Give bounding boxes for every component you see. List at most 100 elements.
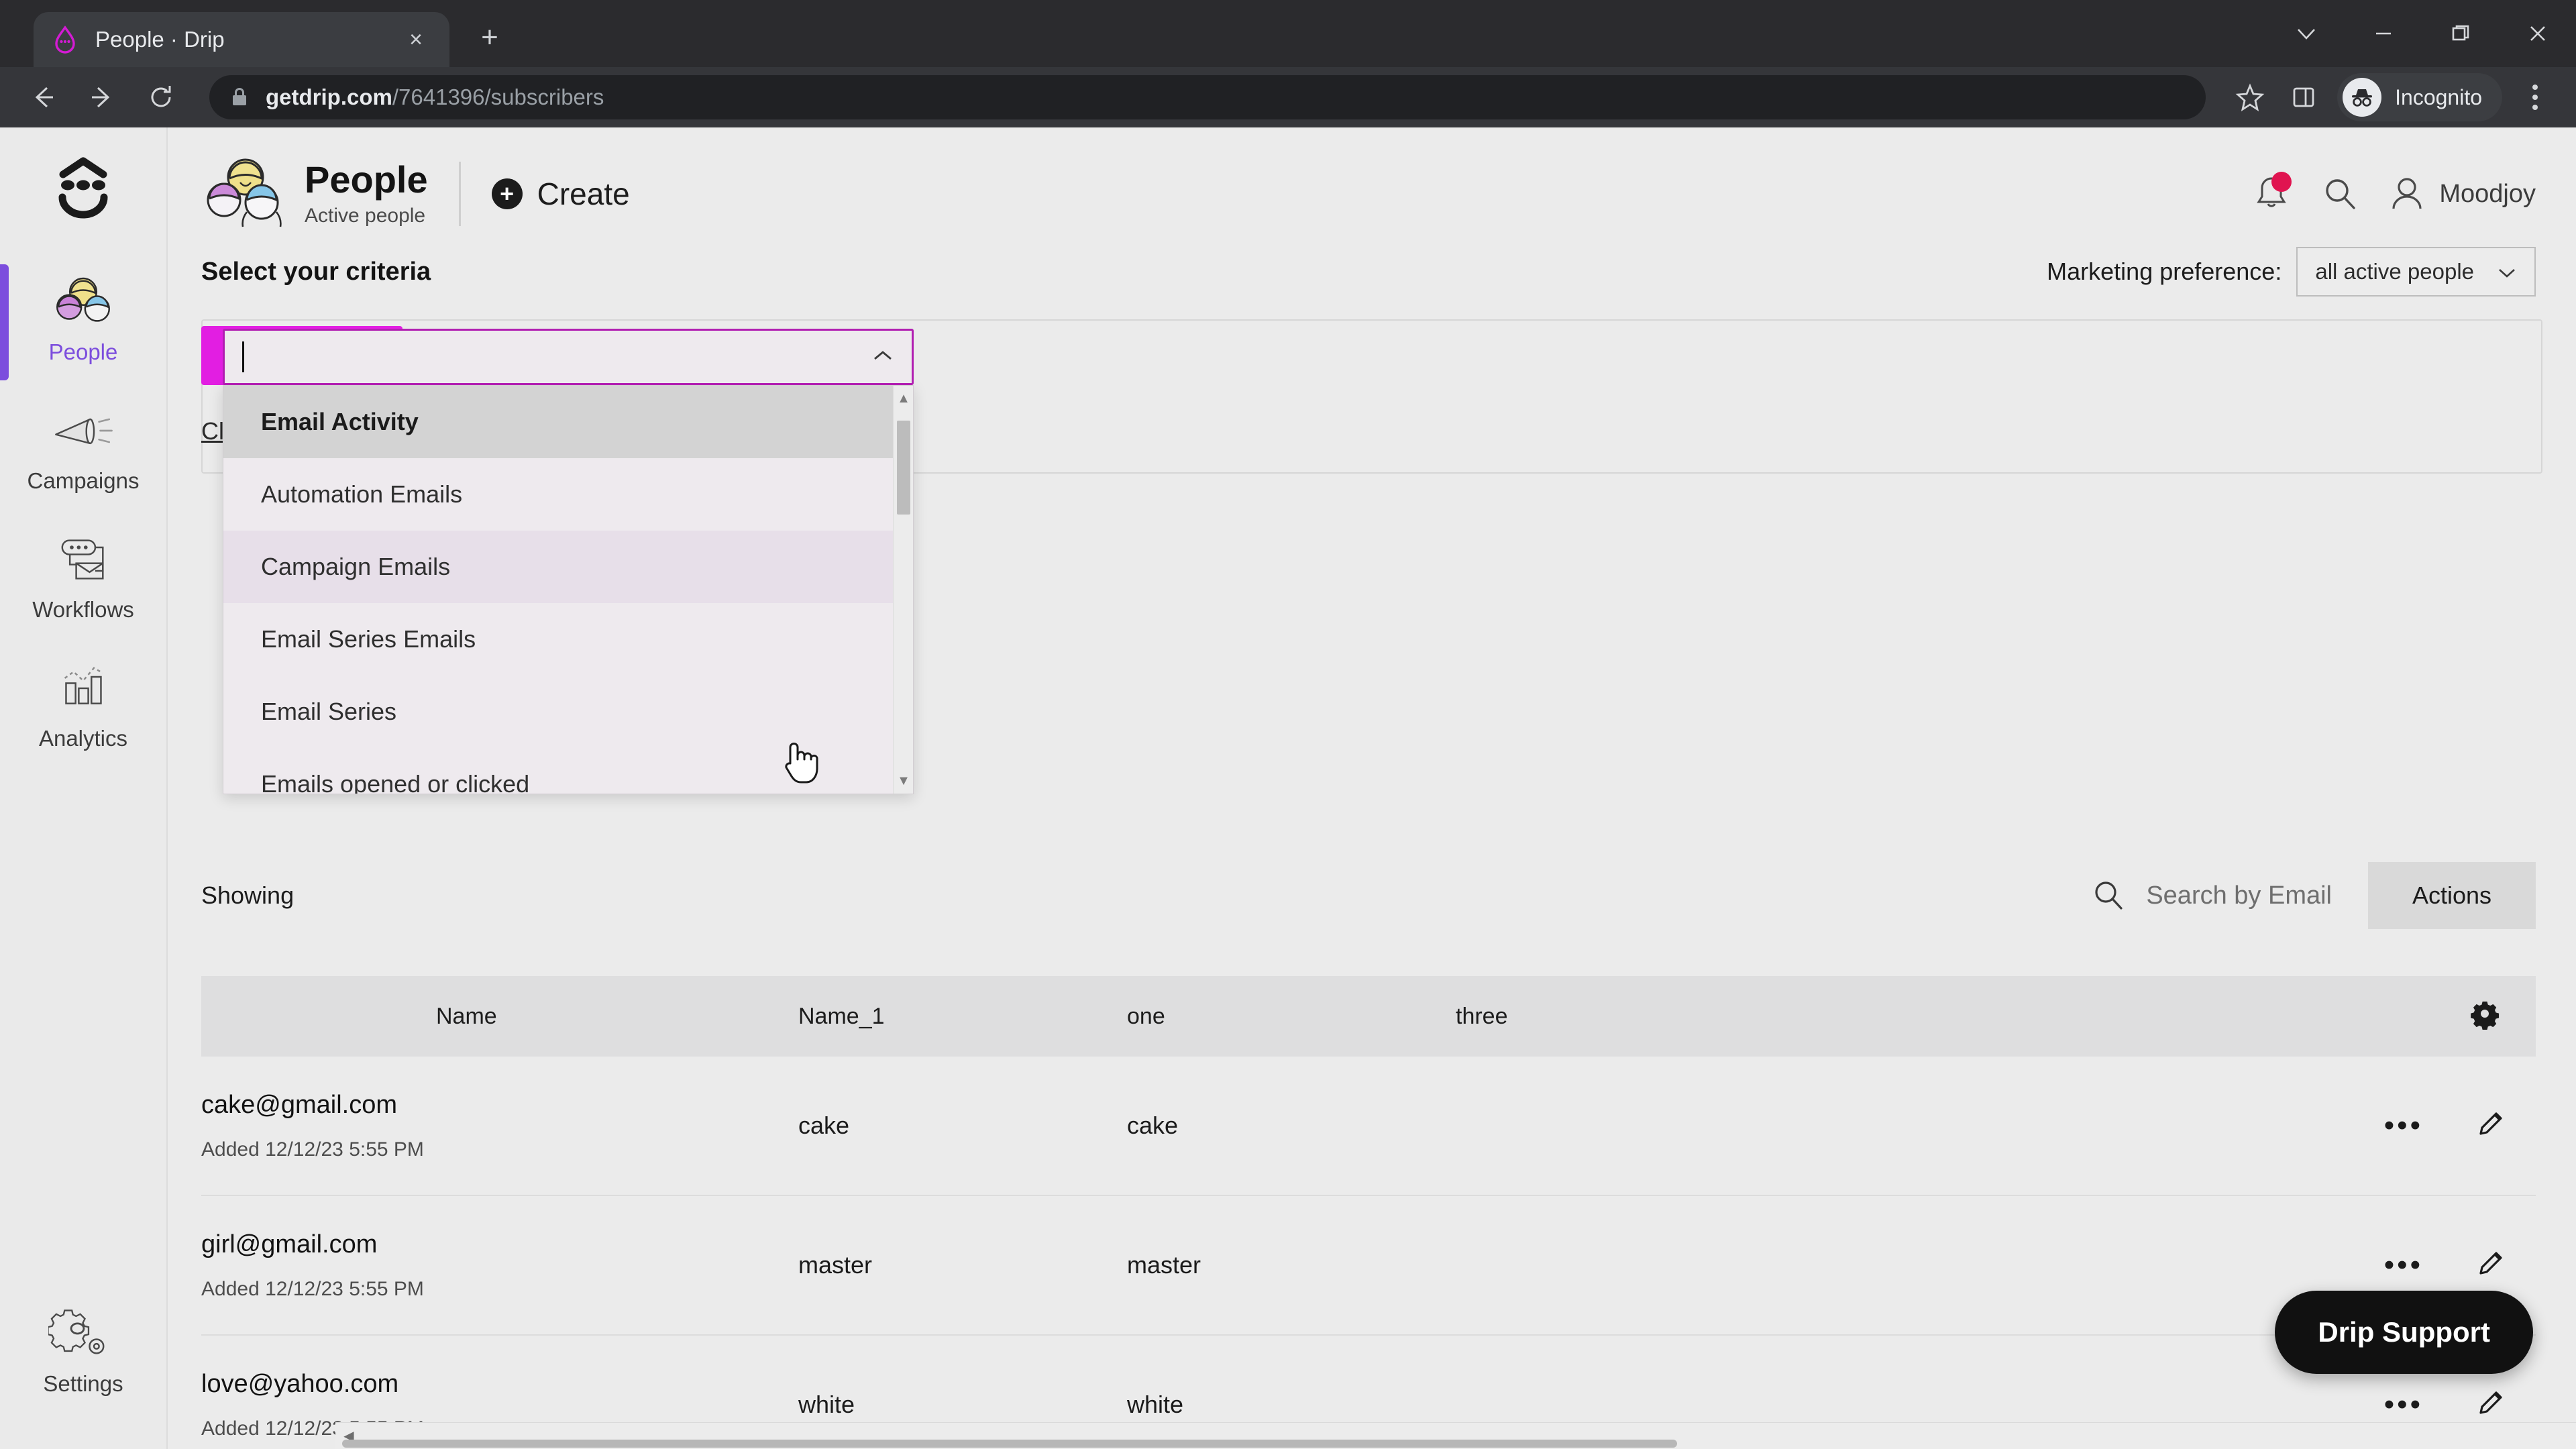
chevron-up-icon[interactable]: [871, 349, 894, 366]
column-header-one[interactable]: one: [1127, 1004, 1456, 1030]
forward-icon[interactable]: [76, 72, 127, 123]
table-row[interactable]: girl@gmail.com Added 12/12/23 5:55 PM: [201, 1196, 443, 1336]
page-title-block: People Active people: [305, 160, 428, 228]
scroll-up-icon[interactable]: ▲: [894, 388, 913, 409]
search-placeholder: Search by Email: [2146, 881, 2332, 910]
row-actions: •••: [2384, 1248, 2536, 1283]
side-panel-icon[interactable]: [2279, 73, 2328, 121]
browser-toolbar: getdrip.com/7641396/subscribers Incognit…: [0, 67, 2576, 127]
megaphone-icon: [46, 402, 120, 459]
criteria-row: Select your criteria Marketing preferenc…: [168, 247, 2576, 297]
sidebar-item-label: Campaigns: [27, 468, 140, 493]
criteria-combobox[interactable]: [223, 329, 914, 385]
back-icon[interactable]: [17, 72, 68, 123]
minimize-icon[interactable]: [2345, 0, 2422, 67]
dropdown-option[interactable]: Campaign Emails: [223, 531, 893, 603]
table-email-header: [201, 976, 443, 1057]
account-button[interactable]: Moodjoy: [2390, 175, 2536, 213]
criteria-label: Select your criteria: [201, 257, 431, 286]
window-controls: [2267, 0, 2576, 67]
browser-window: People · Drip × + getdrip.com/7641396/su…: [0, 0, 2576, 1449]
reload-icon[interactable]: [136, 72, 186, 123]
drip-support-button[interactable]: Drip Support: [2275, 1291, 2533, 1374]
scroll-down-icon[interactable]: ▼: [894, 771, 913, 791]
global-search-button[interactable]: [2320, 174, 2360, 214]
row-email: cake@gmail.com: [201, 1090, 397, 1119]
criteria-card: Email Activity Automation Emails Campaig…: [201, 319, 2542, 794]
scrollbar-track[interactable]: [335, 1440, 2576, 1449]
column-header-name[interactable]: Name: [436, 1004, 798, 1030]
ellipsis-icon[interactable]: •••: [2384, 1111, 2423, 1140]
new-tab-button[interactable]: +: [466, 13, 514, 62]
bar-chart-icon: [46, 660, 120, 716]
dropdown-scrollbar[interactable]: ▲ ▼: [893, 386, 913, 794]
row-email: love@yahoo.com: [201, 1369, 399, 1398]
scrollbar-thumb[interactable]: [897, 421, 910, 515]
sidebar-item-campaigns[interactable]: Campaigns: [0, 382, 167, 511]
close-icon[interactable]: ×: [400, 23, 432, 56]
search-icon: [2326, 179, 2356, 209]
browser-menu-icon[interactable]: [2512, 72, 2559, 123]
account-name: Moodjoy: [2439, 179, 2536, 208]
drip-logo-icon: [51, 25, 79, 54]
browser-tab[interactable]: People · Drip ×: [34, 12, 449, 67]
table-settings-gear-icon[interactable]: [2469, 998, 2536, 1036]
address-bar-url: getdrip.com/7641396/subscribers: [266, 85, 604, 110]
cell-name-1: cake: [798, 1112, 850, 1139]
chevron-down-icon[interactable]: [2267, 0, 2345, 67]
row-actions: •••: [2384, 1387, 2536, 1423]
table-row[interactable]: cake@gmail.com Added 12/12/23 5:55 PM: [201, 1057, 443, 1196]
cell-name-1: white: [798, 1391, 855, 1418]
search-input[interactable]: Search by Email: [2091, 878, 2332, 913]
sidebar-item-analytics[interactable]: Analytics: [0, 640, 167, 769]
pencil-icon[interactable]: [2474, 1248, 2506, 1283]
sidebar-item-people[interactable]: People: [0, 254, 167, 382]
table-row[interactable]: cake cake •••: [436, 1057, 2536, 1196]
pencil-icon[interactable]: [2474, 1387, 2506, 1423]
gear-icon: [46, 1305, 120, 1362]
table-row[interactable]: master master •••: [436, 1196, 2536, 1336]
marketing-preference: Marketing preference: all active people: [2047, 247, 2536, 297]
user-icon: [2392, 178, 2422, 209]
workflow-icon: [46, 531, 120, 588]
mouse-cursor-pointer: [780, 737, 821, 791]
showing-text: Showing: [201, 881, 294, 909]
column-header-name-1[interactable]: Name_1: [798, 1004, 1127, 1030]
create-button[interactable]: + Create: [491, 176, 630, 212]
horizontal-scrollbar[interactable]: ◀: [335, 1422, 2576, 1449]
profile-incognito-button[interactable]: Incognito: [2337, 73, 2502, 121]
dropdown-group-header: Email Activity: [223, 386, 893, 458]
ellipsis-icon[interactable]: •••: [2384, 1390, 2423, 1419]
search-icon: [2095, 881, 2123, 910]
notifications-button[interactable]: [2253, 172, 2292, 215]
header-divider: [458, 162, 461, 226]
dropdown-option[interactable]: Automation Emails: [223, 458, 893, 531]
marketing-preference-select[interactable]: all active people: [2296, 247, 2536, 297]
maximize-icon[interactable]: [2422, 0, 2499, 67]
bookmark-star-icon[interactable]: [2226, 73, 2274, 121]
drip-smile-logo[interactable]: [33, 152, 133, 225]
lock-icon: [229, 86, 250, 109]
sidebar-item-workflows[interactable]: Workflows: [0, 511, 167, 640]
sidebar-item-label: Settings: [43, 1371, 123, 1396]
address-bar[interactable]: getdrip.com/7641396/subscribers: [209, 75, 2206, 119]
sidebar-item-label: People: [48, 339, 118, 364]
pencil-icon[interactable]: [2474, 1108, 2506, 1144]
list-toolbar: Showing Search by Email Actions: [201, 862, 2536, 929]
window-close-icon[interactable]: [2499, 0, 2576, 67]
cell-one: cake: [1127, 1112, 1179, 1139]
dropdown-option[interactable]: Email Series Emails: [223, 603, 893, 676]
marketing-preference-label: Marketing preference:: [2047, 258, 2282, 285]
main-content: People Active people + Create Moodjoy Se…: [168, 127, 2576, 1449]
chevron-down-icon: [2497, 259, 2517, 284]
row-actions: •••: [2384, 1108, 2536, 1144]
sidebar-item-settings[interactable]: Settings: [0, 1285, 167, 1414]
column-header-three[interactable]: three: [1456, 1004, 1952, 1030]
url-path: /7641396/subscribers: [392, 85, 604, 109]
people-icon: [46, 274, 120, 330]
criteria-dropdown: Email Activity Automation Emails Campaig…: [223, 385, 914, 794]
actions-button[interactable]: Actions: [2368, 862, 2536, 929]
scrollbar-thumb[interactable]: [342, 1440, 1677, 1448]
ellipsis-icon[interactable]: •••: [2384, 1250, 2423, 1279]
cell-one: white: [1127, 1391, 1184, 1418]
